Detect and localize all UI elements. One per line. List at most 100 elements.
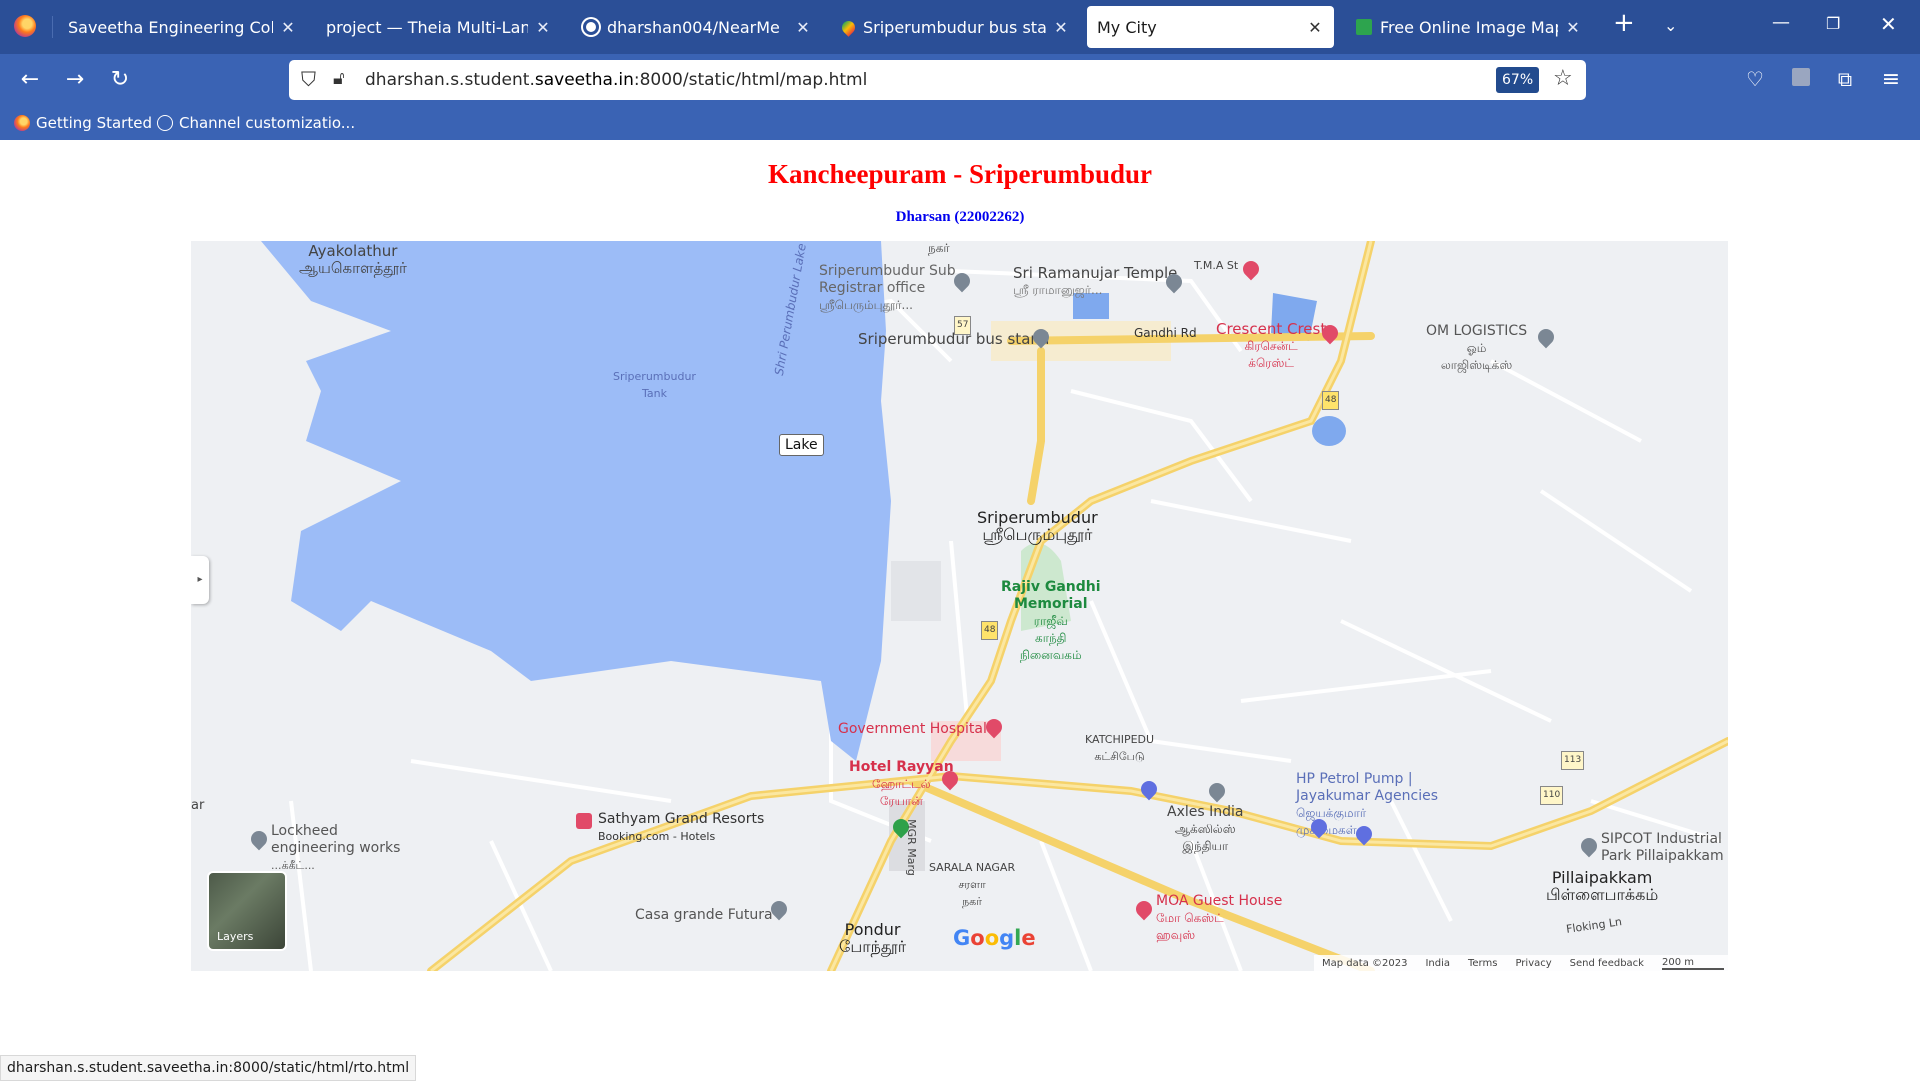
- place-name: Lockheed: [271, 823, 338, 839]
- place-name-tamil: ஸ்ரீபெரும்புதூர்...: [819, 298, 913, 312]
- place-name-tamil: ஆக்ஸில்ஸ்: [1174, 822, 1236, 836]
- status-link-preview: dharshan.s.student.saveetha.in:8000/stat…: [0, 1055, 417, 1081]
- tab-theia[interactable]: project — Theia Multi-Language ✕: [318, 6, 560, 48]
- send-feedback-link[interactable]: Send feedback: [1570, 958, 1644, 969]
- list-tabs-icon[interactable]: ⌄: [1664, 16, 1677, 35]
- zoom-level-badge[interactable]: 67%: [1496, 67, 1540, 93]
- lake-marker-label[interactable]: Lake: [779, 434, 824, 456]
- tab-label: Sriperumbudur bus stand - G: [863, 17, 1046, 37]
- restore-icon[interactable]: ❐: [1826, 14, 1840, 33]
- tab-image-map[interactable]: Free Online Image Map Gen ✕: [1348, 6, 1590, 48]
- place-nagar: நகர்: [928, 241, 950, 255]
- place-name-tamil-2: ரேயான்: [879, 794, 923, 808]
- bookmark-channel-customization[interactable]: Channel customizatio...: [157, 114, 355, 132]
- insecure-lock-icon[interactable]: 🔓︎: [333, 68, 345, 89]
- scale-bar[interactable]: 200 m: [1661, 957, 1724, 970]
- tab-saveetha[interactable]: Saveetha Engineering College ✕: [60, 6, 305, 48]
- place-name-tamil: ஓம்: [1466, 341, 1487, 355]
- place-name: Pondur: [844, 920, 901, 939]
- route-shield-110: 110: [1540, 786, 1564, 805]
- place-name-tamil: ஸ்ரீ ராமானுஜர்...: [1013, 283, 1103, 297]
- place-name: Axles India: [1167, 804, 1244, 820]
- close-tab-icon[interactable]: ✕: [534, 18, 552, 37]
- url-text[interactable]: dharshan.s.student.saveetha.in:8000/stat…: [365, 70, 867, 90]
- close-tab-icon[interactable]: ✕: [1564, 18, 1582, 37]
- place-sipcot: SIPCOT Industrial Park Pillaipakkam: [1601, 831, 1724, 865]
- app-menu-icon[interactable]: ≡: [1876, 67, 1906, 92]
- window-close-icon[interactable]: ✕: [1880, 12, 1897, 36]
- place-name: Rajiv Gandhi: [1001, 579, 1101, 595]
- place-name-tamil-3: நினைவகம்: [1019, 648, 1082, 662]
- extension-square-icon[interactable]: [1786, 67, 1816, 92]
- route-shield-113: 113: [1561, 751, 1585, 770]
- layers-button[interactable]: Layers: [207, 871, 287, 951]
- minimize-icon[interactable]: —: [1772, 12, 1790, 33]
- expand-panel-icon[interactable]: ▸: [191, 556, 209, 604]
- place-name: Sriperumbudur: [977, 508, 1098, 527]
- tank-label: Sriperumbudur Tank: [613, 368, 696, 402]
- close-tab-icon[interactable]: ✕: [794, 18, 812, 37]
- url-prefix: dharshan.s.student.: [365, 70, 535, 90]
- place-moa-guest-house: MOA Guest House மோ கெஸ்ட் ஹவுஸ்: [1156, 893, 1282, 944]
- place-name-tamil: கட்சிபேடு: [1094, 750, 1145, 763]
- place-name: Hotel Rayyan: [849, 759, 954, 775]
- route-shield-48: 48: [1322, 391, 1340, 410]
- privacy-link[interactable]: Privacy: [1515, 958, 1551, 969]
- close-tab-icon[interactable]: ✕: [1052, 18, 1070, 37]
- place-name-tamil-2: இந்தியா: [1182, 839, 1229, 853]
- new-tab-icon[interactable]: +: [1613, 8, 1635, 38]
- reload-icon[interactable]: ↻: [105, 67, 135, 92]
- firefox-icon: [14, 115, 30, 131]
- region-link[interactable]: India: [1425, 958, 1450, 969]
- place-lockheed: Lockheed engineering works ...க்கீட்...: [271, 823, 400, 874]
- place-ar: ar: [191, 798, 205, 813]
- resort-icon[interactable]: [576, 813, 592, 829]
- shield-icon[interactable]: ⛉: [301, 67, 316, 91]
- place-name-tamil-2: க்ரெஸ்ட்: [1248, 356, 1294, 370]
- route-shield-48: 48: [981, 621, 999, 640]
- back-icon[interactable]: ←: [15, 67, 45, 92]
- place-name: Sathyam Grand Resorts: [598, 811, 765, 827]
- place-name-tamil: ஸ்ரீபெரும்புதூர்: [982, 525, 1093, 544]
- url-domain: saveetha.in: [534, 70, 634, 90]
- place-name-2: engineering works: [271, 840, 401, 856]
- bookmark-label: Channel customizatio...: [179, 114, 356, 132]
- tab-label: My City: [1097, 17, 1157, 37]
- tab-separator: [52, 16, 53, 38]
- firefox-menu-icon[interactable]: [14, 15, 36, 37]
- map-attribution: Map data ©2023 India Terms Privacy Send …: [1314, 955, 1728, 971]
- embedded-map[interactable]: 57 48 48 113 110 Ayakolathur ஆயகொளத்தூர் …: [191, 241, 1728, 971]
- place-ramanujar-temple: Sri Ramanujar Temple ஸ்ரீ ராமானுஜர்...: [1013, 265, 1177, 299]
- google-logo: Google: [953, 926, 1036, 950]
- place-sathyam-resorts: Sathyam Grand Resorts Booking.com - Hotel…: [598, 811, 764, 845]
- place-name-tamil: சரளா: [958, 878, 986, 891]
- place-name-tamil-2: லாஜிஸ்டிக்ஸ்: [1440, 358, 1513, 372]
- place-pillaipakkam: Pillaipakkam பிள்ளைபாக்கம்: [1546, 869, 1658, 903]
- page-subtitle: Dharsan (22002262): [895, 209, 1025, 225]
- terms-link[interactable]: Terms: [1468, 958, 1497, 969]
- url-suffix: :8000/static/html/map.html: [633, 70, 868, 90]
- place-pondur: Pondur போந்தூர்: [839, 921, 906, 955]
- address-bar[interactable]: ⛉ 🔓︎ dharshan.s.student.saveetha.in:8000…: [289, 60, 1586, 100]
- bookmark-star-icon[interactable]: ☆: [1553, 66, 1573, 91]
- place-name: Pillaipakkam: [1551, 868, 1653, 887]
- tab-github[interactable]: dharshan004/NearMe ✕: [575, 6, 820, 48]
- forward-icon[interactable]: →: [60, 67, 90, 92]
- place-ayakolathur: Ayakolathur ஆயகொளத்தூர்: [299, 243, 407, 277]
- place-sub-registrar: Sriperumbudur Sub Registrar office ஸ்ரீபெர…: [819, 263, 956, 314]
- tab-label: project — Theia Multi-Language: [326, 17, 528, 37]
- close-tab-icon[interactable]: ✕: [1306, 18, 1324, 37]
- place-rajiv-gandhi-memorial: Rajiv Gandhi Memorial ராஜீவ் காந்தி நினைவகம்: [1001, 579, 1101, 664]
- github-icon: [583, 19, 599, 35]
- extensions-puzzle-icon[interactable]: ⧉: [1830, 67, 1860, 91]
- layers-label: Layers: [217, 930, 254, 943]
- tab-my-city[interactable]: My City ✕: [1087, 6, 1334, 48]
- place-name-tamil-2: நகர்: [962, 895, 982, 908]
- pocket-icon[interactable]: ♡: [1740, 67, 1770, 91]
- tab-maps[interactable]: Sriperumbudur bus stand - G ✕: [834, 6, 1078, 48]
- place-name-tamil-2: காந்தி: [1035, 631, 1067, 645]
- page-content: Kancheepuram - Sriperumbudur Dharsan (22…: [0, 141, 1920, 1080]
- bookmark-getting-started[interactable]: Getting Started: [14, 114, 152, 132]
- close-tab-icon[interactable]: ✕: [279, 18, 297, 37]
- place-axles-india: Axles India ஆக்ஸில்ஸ் இந்தியா: [1167, 804, 1243, 855]
